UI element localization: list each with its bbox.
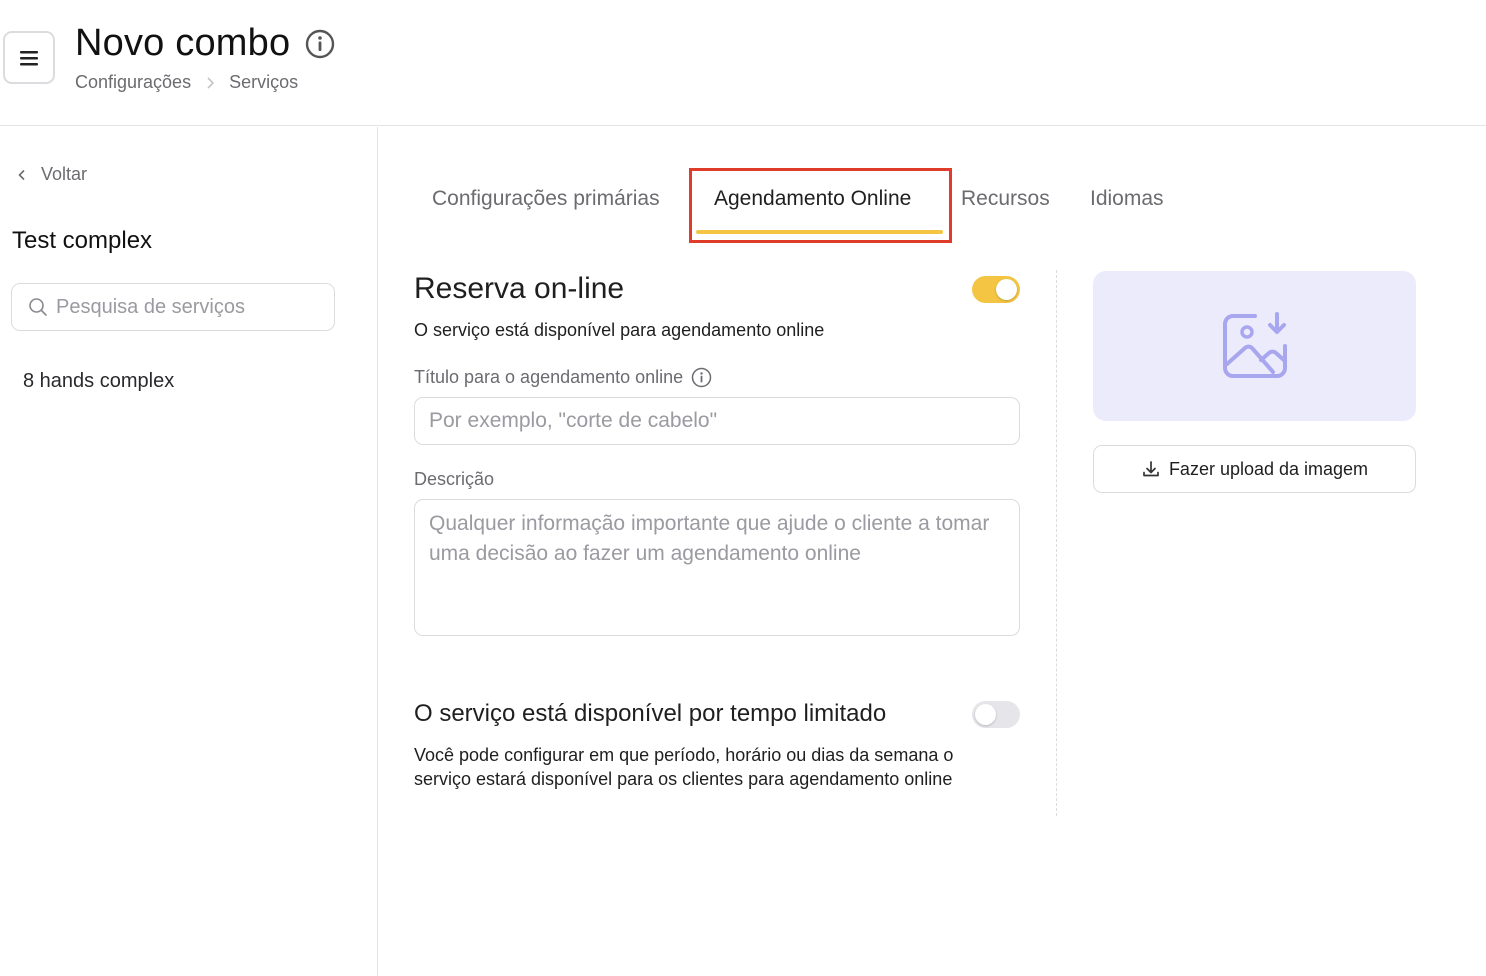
- search-box[interactable]: [11, 283, 335, 331]
- online-booking-description: O serviço está disponível para agendamen…: [414, 320, 825, 340]
- highlight-box: [689, 168, 952, 243]
- toggle-knob: [975, 704, 996, 725]
- image-placeholder[interactable]: [1093, 271, 1416, 421]
- info-icon[interactable]: [305, 29, 335, 59]
- vertical-divider: [1056, 270, 1057, 816]
- limited-time-toggle[interactable]: [972, 701, 1020, 728]
- chevron-right-icon: [207, 76, 215, 89]
- search-input[interactable]: [56, 295, 316, 319]
- toggle-knob: [996, 279, 1017, 300]
- booking-title-label-text: Título para o agendamento online: [414, 367, 684, 387]
- tab-primary-settings[interactable]: Configurações primárias: [432, 187, 660, 211]
- menu-button[interactable]: [3, 31, 55, 84]
- upload-image-button[interactable]: Fazer upload da imagem: [1093, 445, 1416, 493]
- limited-time-title: O serviço está disponível por tempo limi…: [414, 700, 887, 727]
- list-item[interactable]: 8 hands complex: [23, 370, 174, 393]
- online-booking-toggle[interactable]: [972, 276, 1020, 303]
- description-label: Descrição: [414, 469, 495, 489]
- download-icon: [1143, 461, 1159, 477]
- booking-title-label: Título para o agendamento online: [414, 367, 712, 388]
- back-label: Voltar: [41, 164, 88, 184]
- back-link[interactable]: Voltar: [17, 164, 87, 185]
- description-textarea[interactable]: [414, 499, 1020, 636]
- limited-time-description: Você pode configurar em que período, hor…: [414, 745, 954, 789]
- tab-resources[interactable]: Recursos: [961, 187, 1050, 211]
- page-title: Novo combo: [75, 22, 291, 64]
- sidebar-title: Test complex: [12, 227, 153, 254]
- breadcrumb: Configurações Serviços: [75, 72, 298, 93]
- breadcrumb-item-settings[interactable]: Configurações: [75, 72, 191, 93]
- booking-title-input[interactable]: [414, 397, 1020, 445]
- image-download-icon: [1222, 312, 1287, 378]
- page-header: Novo combo Configurações Serviços: [0, 0, 1486, 126]
- search-icon: [29, 298, 47, 316]
- tab-languages[interactable]: Idiomas: [1090, 187, 1164, 211]
- hamburger-menu-icon: [20, 50, 38, 65]
- upload-button-label: Fazer upload da imagem: [1168, 458, 1369, 479]
- online-booking-title: Reserva on-line: [414, 272, 625, 305]
- breadcrumb-item-services[interactable]: Serviços: [229, 72, 298, 93]
- info-icon[interactable]: [691, 367, 712, 388]
- sidebar: Voltar Test complex 8 hands complex: [0, 127, 378, 976]
- chevron-left-icon: [18, 169, 25, 180]
